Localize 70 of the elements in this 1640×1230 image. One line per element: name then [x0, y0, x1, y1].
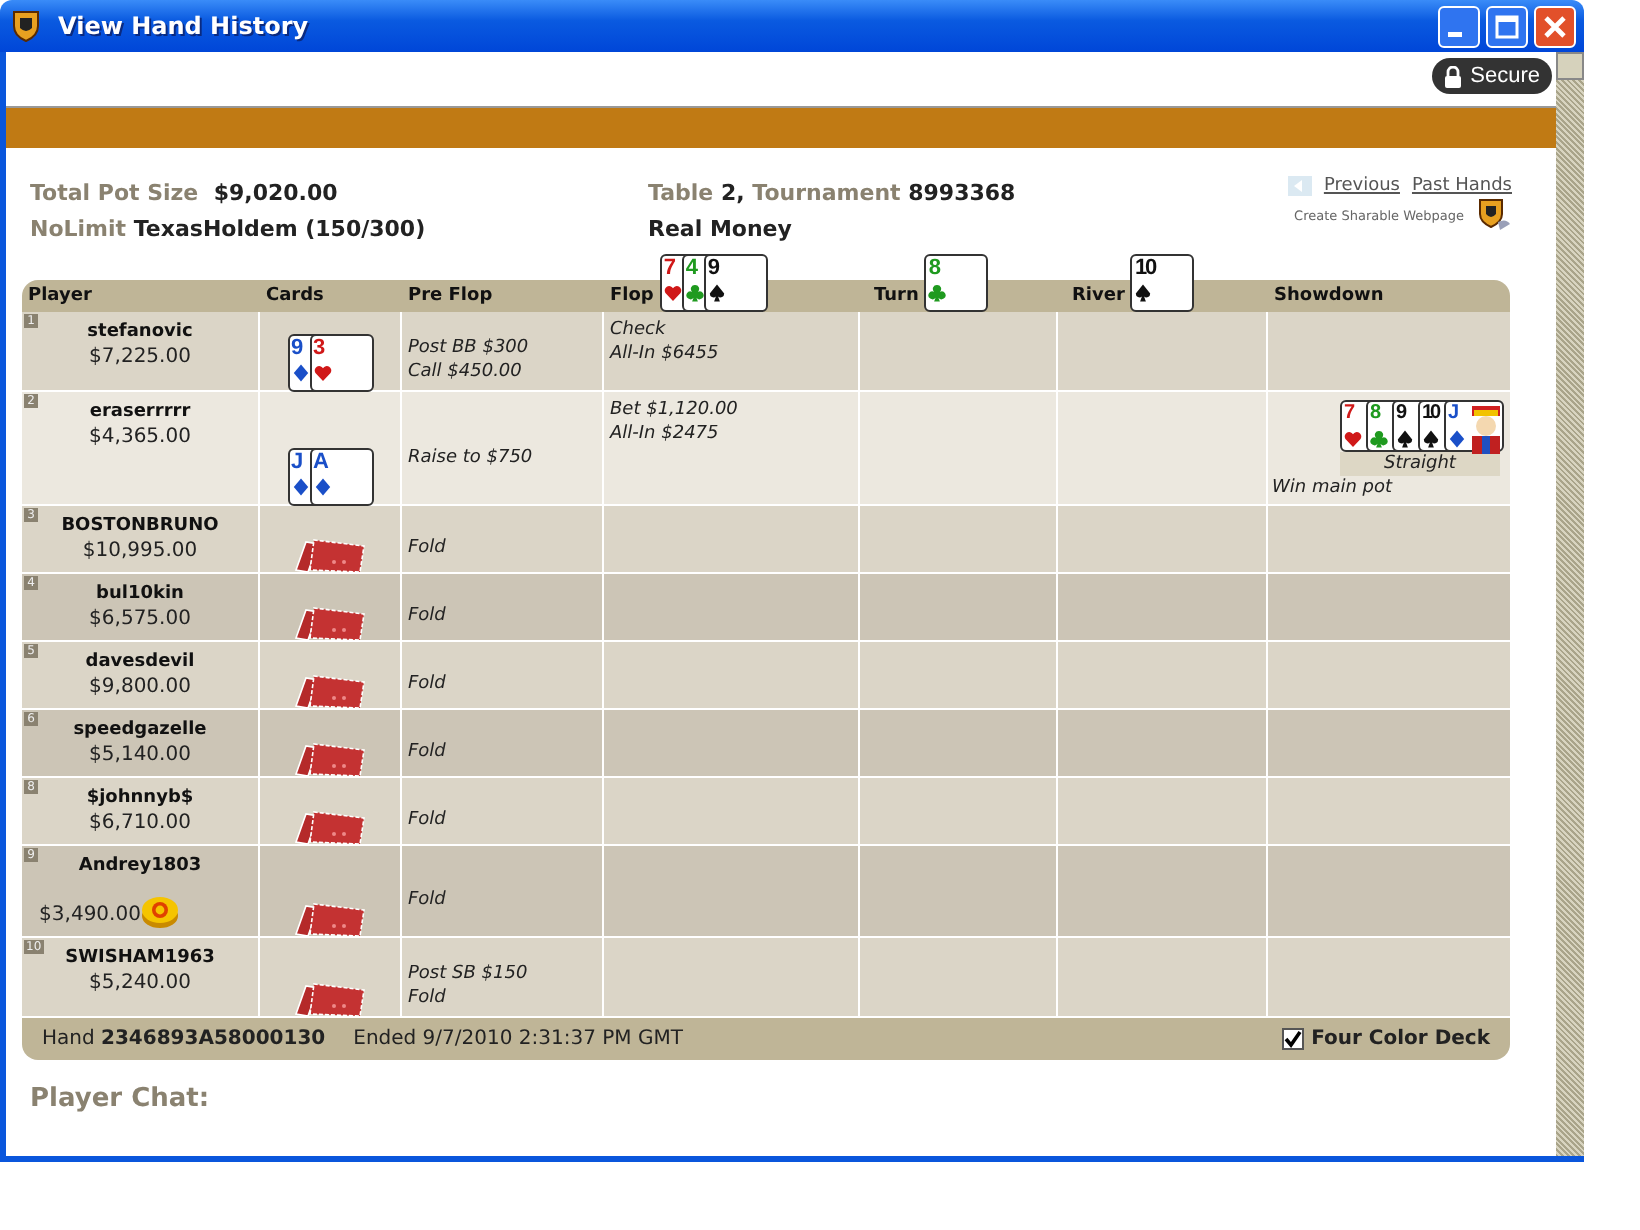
action-text: Fold	[408, 672, 448, 696]
action-text: Call $450.00	[408, 360, 524, 384]
action-text: Raise to $750	[408, 445, 535, 469]
chip-stack: $4,365.00	[89, 424, 191, 452]
action-text: Bet $1,120.00	[610, 398, 740, 422]
secure-label: Secure	[1470, 64, 1540, 88]
shield-icon[interactable]	[1476, 198, 1512, 232]
checkmark-icon	[1283, 1030, 1302, 1048]
player-name: $johnnyb$	[86, 786, 194, 810]
window-title: View Hand History	[58, 12, 309, 40]
action-text: Fold	[408, 888, 448, 912]
chip-stack: $10,995.00	[82, 538, 198, 566]
action-text: Post BB $300	[408, 336, 531, 360]
player-name: eraserrrrr	[89, 400, 191, 424]
playing-card: 3	[309, 334, 373, 392]
player-name: speedgazelle	[73, 718, 207, 742]
playing-card: 10	[1130, 254, 1195, 312]
minimize-icon	[1448, 31, 1462, 37]
action-text: Fold	[408, 604, 448, 628]
column-header: Player	[28, 284, 92, 310]
player-name: Andrey1803	[78, 854, 202, 878]
chip-stack: $6,575.00	[89, 606, 191, 634]
playing-card: J	[1444, 400, 1504, 452]
hand-end-time: Ended 9/7/2010 2:31:37 PM GMT	[353, 1028, 683, 1050]
lock-icon	[1444, 65, 1463, 87]
close-button[interactable]	[1534, 5, 1576, 47]
player-name: SWISHAM1963	[65, 946, 215, 970]
maximize-button[interactable]	[1486, 5, 1528, 47]
player-name: bul10kin	[96, 582, 184, 606]
playing-card: A	[309, 448, 373, 506]
action-text: Fold	[408, 808, 448, 832]
action-text: Fold	[408, 536, 448, 560]
minimize-button[interactable]	[1438, 5, 1480, 47]
action-text: All-In $2475	[610, 422, 721, 446]
shield-icon	[12, 10, 40, 42]
chip-stack: $9,800.00	[89, 674, 191, 702]
column-header: Cards	[266, 284, 324, 310]
playing-card: 9	[703, 254, 768, 312]
chip-stack: $5,240.00	[89, 970, 191, 998]
player-name: davesdevil	[85, 650, 195, 674]
chip-stack: $5,140.00	[89, 742, 191, 770]
column-header: Pre Flop	[408, 284, 493, 310]
chip-stack: $6,710.00	[89, 810, 191, 838]
action-text: Fold	[408, 986, 448, 1010]
column-header: Flop	[610, 284, 654, 310]
money-type: Real Money	[648, 214, 794, 246]
action-text: All-In $6455	[610, 342, 721, 366]
game-type: NoLimit TexasHoldem (150/300)	[30, 214, 428, 246]
scroll-button[interactable]	[1556, 52, 1584, 80]
chat-label: Player Chat:	[30, 1084, 212, 1114]
four-color-deck-checkbox[interactable]: Four Color Deck	[1281, 1028, 1490, 1050]
player-name: BOSTONBRUNO	[61, 514, 219, 538]
hand-rank-label: Straight	[1340, 452, 1500, 476]
column-header: River	[1072, 284, 1125, 310]
action-text: Fold	[408, 740, 448, 764]
table-info: Table 2, Tournament 8993368	[648, 178, 1018, 210]
pot-summary: Total Pot Size $9,020.00	[30, 178, 340, 210]
action-text: Post SB $150	[408, 962, 530, 986]
past-hands-link[interactable]: Past Hands	[1411, 176, 1512, 196]
column-header: Turn	[874, 284, 919, 310]
hand-number: Hand 2346893A58000130	[42, 1028, 326, 1050]
previous-link[interactable]: Previous	[1323, 176, 1400, 196]
player-name: stefanovic	[87, 320, 193, 344]
action-text: Check	[610, 318, 668, 342]
chip-stack: $3,490.00	[39, 902, 141, 930]
column-header: Showdown	[1274, 284, 1384, 310]
playing-card: 8	[924, 254, 989, 312]
result-text: Win main pot	[1272, 476, 1393, 500]
scrollbar[interactable]	[1556, 52, 1584, 1156]
chip-stack: $7,225.00	[89, 344, 191, 372]
